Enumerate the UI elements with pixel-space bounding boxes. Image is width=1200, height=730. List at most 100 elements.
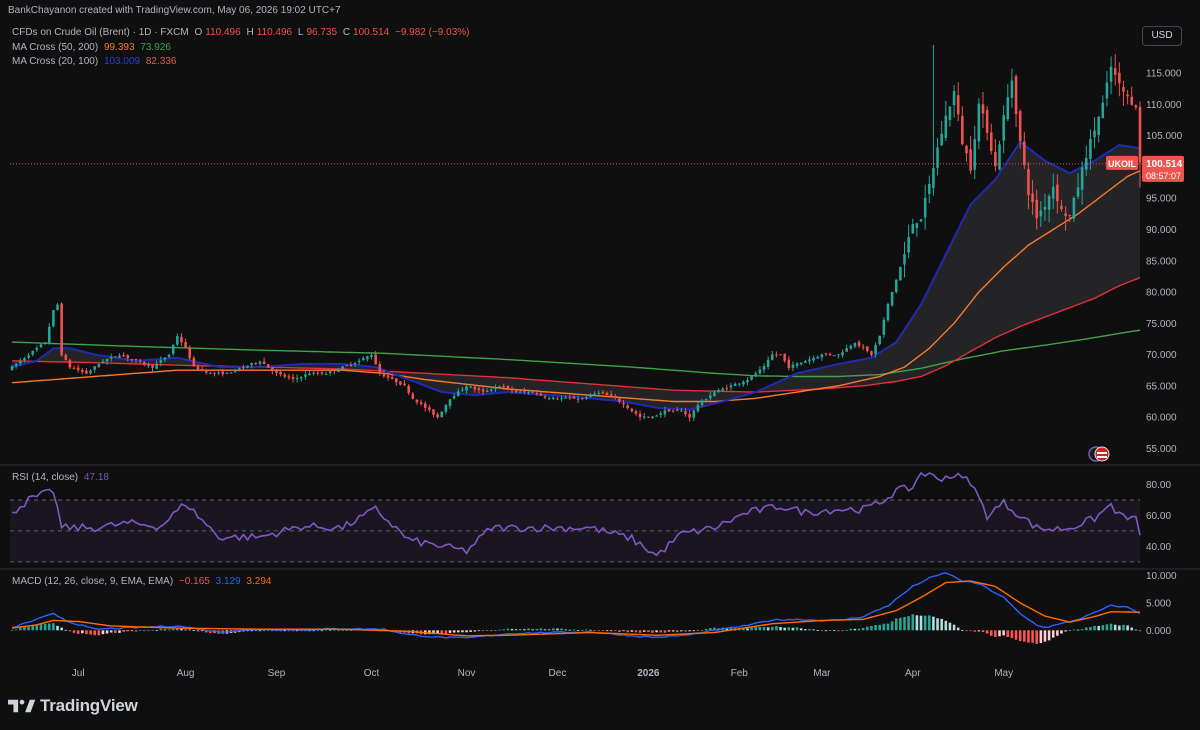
candle-body <box>440 411 444 418</box>
candle-body <box>312 372 315 374</box>
candle-body <box>737 383 741 385</box>
ma-cross-50-200-legend[interactable]: MA Cross (50, 200) 99.393 73.926 <box>12 42 174 53</box>
price-axis-tick: 65.000 <box>1146 381 1177 392</box>
macd-hist-bar <box>341 630 344 631</box>
chart-canvas[interactable]: 55.000 60.000 65.000 70.000 75.000 80.000 85.0… <box>0 0 1200 730</box>
macd-hist-bar <box>167 629 171 631</box>
candle-body <box>775 354 778 356</box>
candle-body <box>985 110 989 133</box>
candle-body <box>824 353 828 355</box>
macd-hist-bar <box>1122 624 1125 631</box>
candle-body <box>754 373 758 376</box>
symbol-description: CFDs on Crude Oil (Brent) · 1D · FXCM <box>12 27 189 38</box>
candle-body <box>1080 167 1084 190</box>
candle-body <box>870 351 873 355</box>
macd-hist-bar <box>994 630 997 637</box>
macd-hist-bar <box>465 630 468 633</box>
candle-body <box>60 303 63 356</box>
candle-body <box>882 319 886 335</box>
macd-hist-bar <box>808 628 811 631</box>
candle-body <box>771 354 774 360</box>
candle-body <box>564 397 567 399</box>
candle-body <box>31 350 35 355</box>
candle-body <box>147 365 150 367</box>
time-axis-tick: Aug <box>177 668 195 679</box>
macd-hist-bar <box>642 630 646 632</box>
macd-hist-bar <box>675 630 679 633</box>
candle-body <box>907 237 910 253</box>
price-axis-tick: 90.000 <box>1146 225 1177 236</box>
macd-hist-bar <box>448 630 452 633</box>
macd-hist-bar <box>605 630 609 632</box>
macd-hist-bar <box>1039 630 1043 644</box>
candle-body <box>961 115 964 145</box>
candle-body <box>700 400 704 405</box>
macd-hist-bar <box>101 630 105 635</box>
currency-button[interactable]: USD <box>1142 26 1182 46</box>
candle-body <box>977 103 981 142</box>
candle-body <box>523 391 526 393</box>
candle-body <box>349 364 353 366</box>
candle-body <box>155 363 158 369</box>
candle-body <box>378 364 382 374</box>
macd-hist-bar <box>795 627 799 631</box>
price-axis-tick: 80.000 <box>1146 288 1177 299</box>
macd-hist-bar <box>928 615 931 631</box>
tradingview-logo[interactable]: TradingView <box>8 696 138 716</box>
macd-hist-value: −0.165 <box>178 576 210 587</box>
macd-hist-bar <box>969 630 972 632</box>
macd-hist-bar <box>105 630 109 634</box>
macd-hist-bar <box>188 629 192 631</box>
candle-body <box>465 386 468 391</box>
macd-hist-bar <box>151 629 154 631</box>
price-axis-tick: 105.000 <box>1146 131 1183 142</box>
candle-body <box>1031 193 1034 203</box>
candle-body <box>271 367 274 371</box>
rsi-legend[interactable]: RSI (14, close) 47.18 <box>12 472 112 483</box>
candle-body <box>1109 66 1113 82</box>
macd-hist-bar <box>192 630 196 631</box>
candle-body <box>655 415 658 417</box>
macd-hist-bar <box>580 629 584 631</box>
candle-body <box>233 369 237 373</box>
candle-body <box>638 413 642 417</box>
macd-hist-bar <box>700 630 704 632</box>
price-axis-tick: 110.000 <box>1146 100 1182 111</box>
candle-body <box>1134 105 1138 108</box>
candle-body <box>1097 116 1100 136</box>
macd-hist-bar <box>989 630 993 636</box>
ma-cross-20-100-legend[interactable]: MA Cross (20, 100) 103.009 82.336 <box>12 56 179 67</box>
macd-hist-bar <box>572 629 576 631</box>
macd-hist-bar <box>956 627 960 631</box>
macd-hist-bar <box>1138 630 1142 632</box>
macd-hist-bar <box>812 629 815 631</box>
candle-body <box>105 359 109 362</box>
macd-hist-bar <box>754 626 758 631</box>
price-axis-tick: 85.000 <box>1146 256 1177 267</box>
macd-hist-bar <box>634 630 638 633</box>
price-axis-tick: 55.000 <box>1146 444 1177 455</box>
candle-body <box>10 366 14 371</box>
macd-hist-bar <box>134 630 138 632</box>
macd-value: 3.129 <box>215 576 241 587</box>
macd-hist-bar <box>961 630 964 631</box>
candle-body <box>341 366 344 369</box>
macd-legend[interactable]: MACD (12, 26, close, 9, EMA, EMA) −0.165… <box>12 576 274 587</box>
macd-hist-bar <box>14 629 18 631</box>
candle-body <box>43 342 47 344</box>
macd-hist-bar <box>655 630 658 633</box>
candle-body <box>1130 96 1134 105</box>
candle-body <box>1126 94 1129 97</box>
candle-body <box>758 369 762 374</box>
macd-hist-bar <box>258 630 262 632</box>
candle-body <box>419 402 423 405</box>
macd-hist-bar <box>287 630 291 632</box>
candle-body <box>109 356 113 359</box>
macd-hist-bar <box>109 630 113 633</box>
candle-body <box>572 396 576 399</box>
candle-body <box>597 392 601 394</box>
macd-hist-bar <box>1085 627 1088 631</box>
macd-hist-bar <box>64 629 68 631</box>
candle-body <box>353 363 357 365</box>
macd-hist-bar <box>659 630 663 633</box>
